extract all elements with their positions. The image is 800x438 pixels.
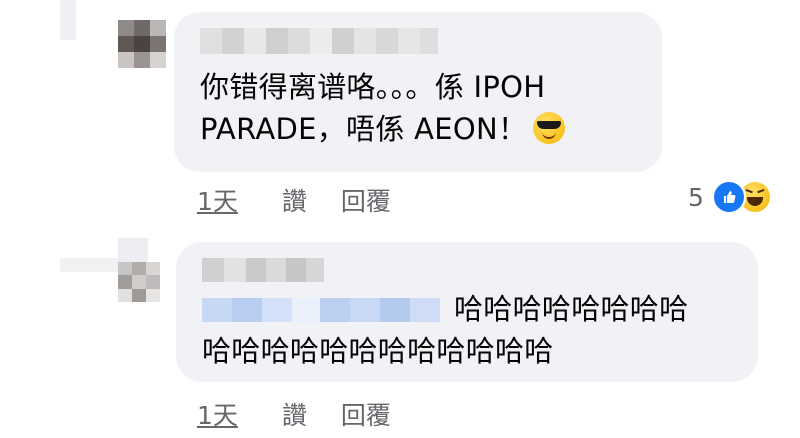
avatar[interactable] xyxy=(118,262,160,302)
sunglasses-emoji-icon xyxy=(533,112,566,144)
thread-line xyxy=(60,0,76,40)
comment-actions: 1天 讚 回覆 xyxy=(197,182,391,218)
comment-actions: 1天 讚 回覆 xyxy=(197,396,391,432)
comment-line: PARADE，唔係 AEON！ xyxy=(200,108,566,150)
thread-line xyxy=(60,258,118,272)
comment-bubble: 哈哈哈哈哈哈哈哈 哈哈哈哈哈哈哈哈哈哈哈哈 xyxy=(176,242,758,382)
reply-button[interactable]: 回覆 xyxy=(341,396,391,432)
comment-line: 你错得离谱咯。。。係 IPOH xyxy=(200,70,546,104)
author-name-blurred[interactable] xyxy=(202,258,324,282)
comment-line: 哈哈哈哈哈哈哈哈哈哈哈哈 xyxy=(202,334,554,368)
reaction-summary[interactable]: 5 xyxy=(688,180,772,214)
timestamp-link[interactable]: 1天 xyxy=(197,182,238,218)
author-name-blurred[interactable] xyxy=(200,28,438,54)
comment-line: 哈哈哈哈哈哈哈哈 xyxy=(454,292,689,326)
timestamp-link[interactable]: 1天 xyxy=(197,396,238,432)
comment-bubble: 你错得离谱咯。。。係 IPOH PARADE，唔係 AEON！ xyxy=(174,12,662,172)
avatar[interactable] xyxy=(118,20,166,68)
comment-text: 你错得离谱咯。。。係 IPOH PARADE，唔係 AEON！ xyxy=(200,66,566,150)
comment-text: 哈哈哈哈哈哈哈哈 哈哈哈哈哈哈哈哈哈哈哈哈 xyxy=(202,288,742,372)
like-button[interactable]: 讚 xyxy=(282,396,307,432)
like-button[interactable]: 讚 xyxy=(282,182,307,218)
like-icon xyxy=(711,180,746,214)
reaction-count: 5 xyxy=(688,182,704,212)
reply-button[interactable]: 回覆 xyxy=(341,182,391,218)
